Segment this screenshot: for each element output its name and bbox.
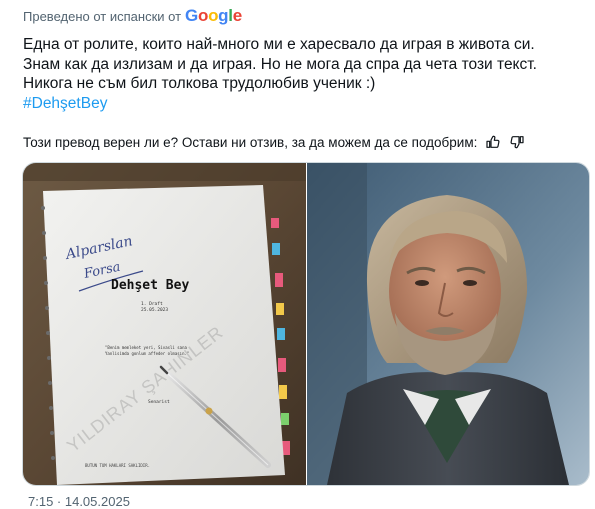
post-text: Една от ролите, които най-много ми е хар… — [23, 35, 583, 113]
portrait-photo[interactable] — [307, 163, 589, 485]
script-photo[interactable]: Alparslan Forsa Dehşet Bey 1. Draft 25.0… — [23, 163, 306, 485]
script-draft: 1. Draft — [141, 301, 163, 307]
script-date: 25.05.2023 — [141, 307, 168, 313]
translation-feedback: Този превод верен ли е? Остави ни отзив,… — [23, 134, 525, 150]
translation-label: Преведено от испански от — [23, 8, 182, 24]
google-logo: Google — [185, 6, 242, 25]
post-line-2: Знам как да излизам и да играя. Но не мо… — [23, 55, 537, 73]
thumbs-up-icon[interactable] — [485, 134, 501, 150]
script-author: Senarist — [148, 399, 170, 405]
thumbs-down-icon[interactable] — [509, 134, 525, 150]
script-title: Dehşet Bey — [111, 278, 189, 293]
post-line-3: Никога не съм бил толкова трудолюбив уче… — [23, 75, 376, 92]
script-quote-1: "Benim memleket yeri, Sivasli sana — [105, 345, 187, 350]
feedback-question: Този превод верен ли е? Остави ни отзив,… — [23, 134, 478, 150]
script-bottom: BUTUN TUM HAKLARI SAKLIDIR. — [85, 463, 150, 468]
post-line-1: Една от ролите, които най-много ми е хар… — [23, 36, 535, 53]
translation-attribution: Преведено от испански от Google — [23, 6, 242, 26]
post-meta: 7:15 · 14.05.2025 — [28, 494, 130, 509]
media-grid[interactable]: Alparslan Forsa Dehşet Bey 1. Draft 25.0… — [22, 162, 590, 486]
hashtag-link[interactable]: #DehşetBey — [23, 95, 107, 112]
